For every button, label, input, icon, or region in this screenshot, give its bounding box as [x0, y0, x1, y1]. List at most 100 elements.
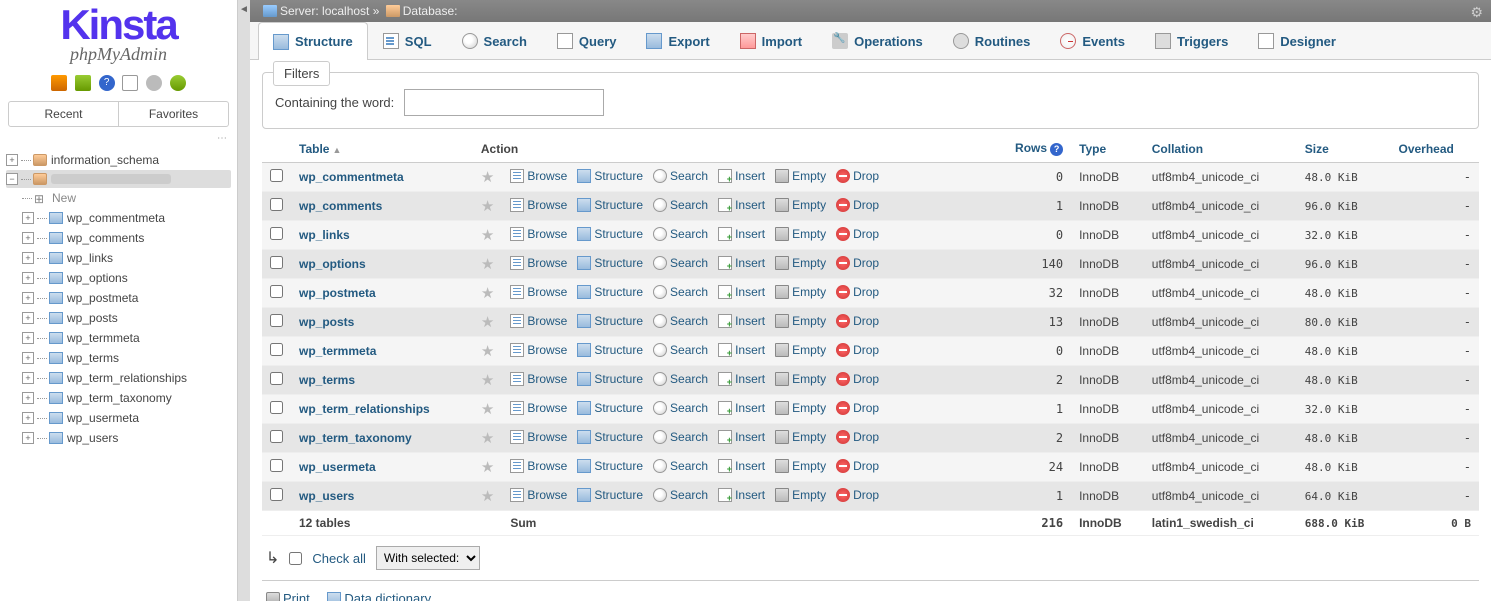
tab-events[interactable]: Events [1045, 22, 1140, 59]
expand-icon[interactable]: + [22, 332, 34, 344]
drop-action[interactable]: Drop [836, 343, 879, 357]
structure-action[interactable]: Structure [577, 314, 643, 328]
help-icon[interactable]: ? [1050, 143, 1063, 156]
drop-action[interactable]: Drop [836, 314, 879, 328]
tree-table[interactable]: +wp_term_taxonomy [22, 388, 231, 408]
expand-icon[interactable]: + [22, 392, 34, 404]
browse-action[interactable]: Browse [510, 285, 567, 299]
structure-action[interactable]: Structure [577, 401, 643, 415]
structure-action[interactable]: Structure [577, 343, 643, 357]
table-name-link[interactable]: wp_options [299, 257, 366, 271]
insert-action[interactable]: Insert [718, 285, 765, 299]
row-checkbox[interactable] [270, 198, 283, 211]
tree-new[interactable]: ⊞ New [22, 188, 231, 208]
structure-action[interactable]: Structure [577, 198, 643, 212]
collapse-toggle-icon[interactable]: ⋯ [0, 131, 237, 146]
tree-table[interactable]: +wp_comments [22, 228, 231, 248]
browse-action[interactable]: Browse [510, 459, 567, 473]
search-action[interactable]: Search [653, 227, 708, 241]
tree-table[interactable]: +wp_postmeta [22, 288, 231, 308]
row-checkbox[interactable] [270, 314, 283, 327]
tab-import[interactable]: Import [725, 22, 817, 59]
expand-icon[interactable]: + [6, 154, 18, 166]
favorite-star-icon[interactable]: ★ [481, 198, 494, 215]
col-rows[interactable]: Rows? [992, 135, 1071, 163]
tree-table[interactable]: +wp_posts [22, 308, 231, 328]
row-checkbox[interactable] [270, 169, 283, 182]
favorite-star-icon[interactable]: ★ [481, 343, 494, 360]
empty-action[interactable]: Empty [775, 285, 826, 299]
tree-table[interactable]: +wp_options [22, 268, 231, 288]
favorite-star-icon[interactable]: ★ [481, 314, 494, 331]
breadcrumb-server-value[interactable]: localhost [322, 4, 369, 18]
insert-action[interactable]: Insert [718, 488, 765, 502]
favorite-star-icon[interactable]: ★ [481, 372, 494, 389]
search-action[interactable]: Search [653, 372, 708, 386]
insert-action[interactable]: Insert [718, 401, 765, 415]
tree-db-information-schema[interactable]: + information_schema [6, 150, 231, 170]
drop-action[interactable]: Drop [836, 169, 879, 183]
tab-sql[interactable]: SQL [368, 22, 447, 59]
tab-routines[interactable]: Routines [938, 22, 1046, 59]
insert-action[interactable]: Insert [718, 198, 765, 212]
tree-db-current[interactable]: − [6, 170, 231, 188]
favorite-star-icon[interactable]: ★ [481, 430, 494, 447]
search-action[interactable]: Search [653, 401, 708, 415]
drop-action[interactable]: Drop [836, 459, 879, 473]
search-action[interactable]: Search [653, 285, 708, 299]
empty-action[interactable]: Empty [775, 198, 826, 212]
filter-input[interactable] [404, 89, 604, 116]
search-action[interactable]: Search [653, 256, 708, 270]
docs-icon[interactable] [122, 75, 138, 91]
table-name-link[interactable]: wp_usermeta [299, 460, 376, 474]
col-table[interactable]: Table▲ [291, 135, 473, 163]
insert-action[interactable]: Insert [718, 314, 765, 328]
browse-action[interactable]: Browse [510, 314, 567, 328]
structure-action[interactable]: Structure [577, 372, 643, 386]
table-name-link[interactable]: wp_termmeta [299, 344, 376, 358]
browse-action[interactable]: Browse [510, 372, 567, 386]
tab-structure[interactable]: Structure [258, 22, 368, 60]
exit-icon[interactable] [75, 75, 91, 91]
browse-action[interactable]: Browse [510, 169, 567, 183]
table-name-link[interactable]: wp_comments [299, 199, 382, 213]
col-overhead[interactable]: Overhead [1390, 135, 1479, 163]
insert-action[interactable]: Insert [718, 372, 765, 386]
insert-action[interactable]: Insert [718, 459, 765, 473]
tree-table[interactable]: +wp_term_relationships [22, 368, 231, 388]
expand-icon[interactable]: + [22, 352, 34, 364]
structure-action[interactable]: Structure [577, 459, 643, 473]
browse-action[interactable]: Browse [510, 256, 567, 270]
drop-action[interactable]: Drop [836, 372, 879, 386]
expand-icon[interactable]: + [22, 212, 34, 224]
expand-icon[interactable]: + [22, 432, 34, 444]
insert-action[interactable]: Insert [718, 169, 765, 183]
tree-table[interactable]: +wp_links [22, 248, 231, 268]
favorite-star-icon[interactable]: ★ [481, 488, 494, 505]
row-checkbox[interactable] [270, 227, 283, 240]
collapse-icon[interactable]: − [6, 173, 18, 185]
empty-action[interactable]: Empty [775, 488, 826, 502]
page-settings-icon[interactable]: ⚙ [1470, 4, 1483, 21]
checkall-label[interactable]: Check all [312, 551, 365, 566]
search-action[interactable]: Search [653, 343, 708, 357]
tree-table[interactable]: +wp_termmeta [22, 328, 231, 348]
tree-table[interactable]: +wp_users [22, 428, 231, 448]
browse-action[interactable]: Browse [510, 227, 567, 241]
favorite-star-icon[interactable]: ★ [481, 169, 494, 186]
structure-action[interactable]: Structure [577, 285, 643, 299]
col-type[interactable]: Type [1071, 135, 1144, 163]
insert-action[interactable]: Insert [718, 430, 765, 444]
empty-action[interactable]: Empty [775, 401, 826, 415]
tab-query[interactable]: Query [542, 22, 632, 59]
drop-action[interactable]: Drop [836, 227, 879, 241]
row-checkbox[interactable] [270, 343, 283, 356]
browse-action[interactable]: Browse [510, 343, 567, 357]
table-name-link[interactable]: wp_posts [299, 315, 354, 329]
table-name-link[interactable]: wp_users [299, 489, 354, 503]
favorite-star-icon[interactable]: ★ [481, 285, 494, 302]
browse-action[interactable]: Browse [510, 488, 567, 502]
empty-action[interactable]: Empty [775, 169, 826, 183]
search-action[interactable]: Search [653, 198, 708, 212]
empty-action[interactable]: Empty [775, 372, 826, 386]
